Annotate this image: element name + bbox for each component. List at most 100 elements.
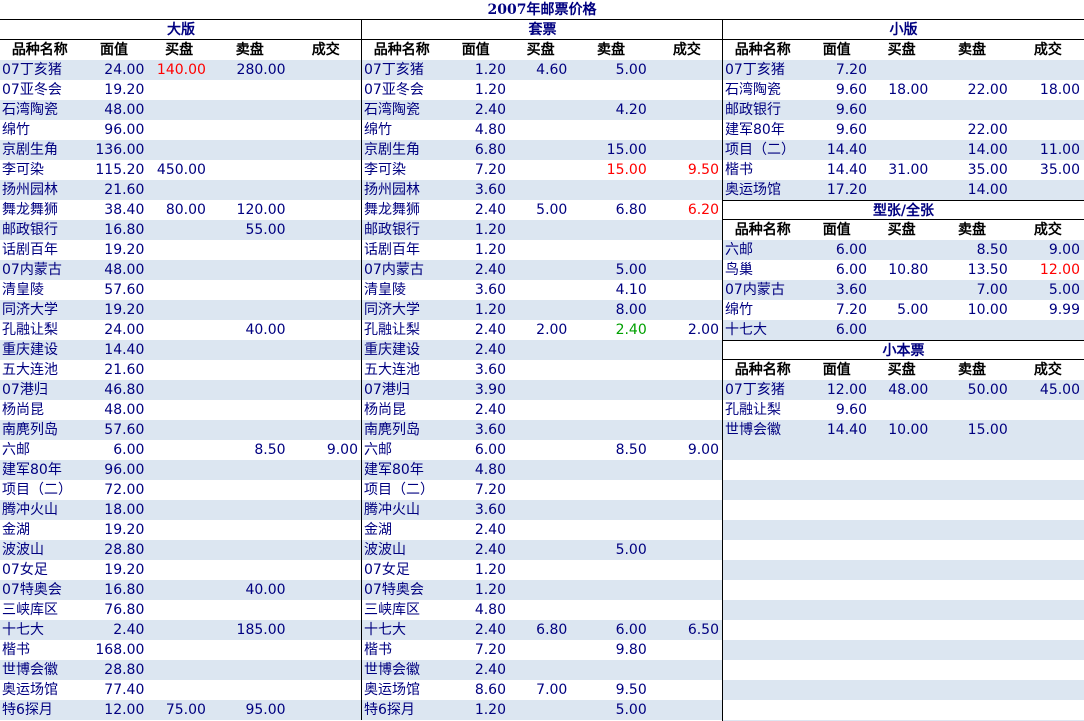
stamp-name-cell: 07女足 xyxy=(362,560,442,580)
price-cell xyxy=(209,520,290,540)
stamp-name-cell: 07女足 xyxy=(0,560,80,580)
stamp-name-cell: 波波山 xyxy=(362,540,442,560)
table-row: 京剧生角 6.80 15.00 xyxy=(362,140,723,160)
stamp-name-cell: 项目（二） xyxy=(362,480,442,500)
price-cell xyxy=(571,380,651,400)
price-cell: 168.00 xyxy=(79,640,149,660)
column-header: 成交 xyxy=(1011,40,1084,60)
price-cell: 2.40 xyxy=(441,660,510,680)
price-cell xyxy=(148,360,210,380)
panel-xiaoban: 小版 品种名称 面值 买盘 卖盘 成交 07丁亥猪 7.20 石湾陶瓷 9.60 18.00 22.… xyxy=(722,20,1084,200)
table-row: 07女足 19.20 xyxy=(0,560,362,580)
price-cell xyxy=(209,300,290,320)
price-cell: 2.40 xyxy=(441,620,510,640)
price-cell xyxy=(289,580,362,600)
price-cell: 22.00 xyxy=(932,120,1012,140)
price-cell: 6.00 xyxy=(802,240,871,260)
price-cell: 1.20 xyxy=(441,560,510,580)
price-cell xyxy=(509,400,572,420)
price-cell xyxy=(148,220,210,240)
price-cell xyxy=(509,160,572,180)
price-cell xyxy=(148,620,210,640)
table-row: 石湾陶瓷 2.40 4.20 xyxy=(362,100,723,120)
table-row: 世博会徽 28.80 xyxy=(0,660,362,680)
price-cell xyxy=(209,100,290,120)
price-cell: 8.60 xyxy=(441,680,510,700)
price-cell xyxy=(289,100,362,120)
table-row: 六邮 6.00 8.50 9.00 xyxy=(0,440,362,460)
price-cell: 136.00 xyxy=(79,140,149,160)
price-cell xyxy=(571,120,651,140)
price-cell: 96.00 xyxy=(79,460,149,480)
stamp-name-cell: 07丁亥猪 xyxy=(362,60,442,80)
price-cell xyxy=(209,240,290,260)
price-cell: 19.20 xyxy=(79,520,149,540)
price-cell: 55.00 xyxy=(209,220,290,240)
price-cell xyxy=(571,220,651,240)
price-cell xyxy=(209,420,290,440)
table-row: 孔融让梨 24.00 40.00 xyxy=(0,320,362,340)
price-cell: 28.80 xyxy=(79,660,149,680)
price-cell xyxy=(209,660,290,680)
column-header: 品种名称 xyxy=(723,220,803,240)
stamp-name-cell: 同济大学 xyxy=(0,300,80,320)
price-cell xyxy=(148,460,210,480)
table-row: 十七大 2.40 185.00 xyxy=(0,620,362,640)
price-cell xyxy=(289,360,362,380)
table-row: 建军80年 4.80 xyxy=(362,460,723,480)
table-row: 十七大 2.40 6.80 6.00 6.50 xyxy=(362,620,723,640)
stamp-name-cell: 杨尚昆 xyxy=(0,400,80,420)
price-cell xyxy=(148,400,210,420)
price-cell: 9.00 xyxy=(650,440,723,460)
price-cell xyxy=(289,260,362,280)
price-cell xyxy=(650,380,723,400)
stamp-name-cell: 话剧百年 xyxy=(362,240,442,260)
panel-xiaobenpiao: 小本票 品种名称 面值 买盘 卖盘 成交 07丁亥猪 12.00 48.00 50.00 45.0… xyxy=(722,340,1084,440)
price-cell xyxy=(509,580,572,600)
column-header: 面值 xyxy=(79,40,149,60)
table-row: 邮政银行 9.60 xyxy=(723,100,1084,120)
price-cell: 4.80 xyxy=(441,600,510,620)
price-cell: 1.20 xyxy=(441,700,510,720)
price-cell: 6.00 xyxy=(571,620,651,640)
price-cell: 10.80 xyxy=(870,260,933,280)
price-cell xyxy=(209,480,290,500)
stamp-name-cell: 腾冲火山 xyxy=(0,500,80,520)
price-cell: 15.00 xyxy=(571,160,651,180)
price-cell xyxy=(1011,420,1084,440)
price-cell: 14.40 xyxy=(79,340,149,360)
stamp-name-cell: 建军80年 xyxy=(362,460,442,480)
table-row: 话剧百年 1.20 xyxy=(362,240,723,260)
price-cell xyxy=(209,640,290,660)
price-cell xyxy=(148,240,210,260)
price-cell xyxy=(289,560,362,580)
price-cell: 140.00 xyxy=(148,60,210,80)
price-cell xyxy=(650,400,723,420)
price-cell xyxy=(509,180,572,200)
price-cell xyxy=(289,620,362,640)
table-row: 邮政银行 1.20 xyxy=(362,220,723,240)
table-row: 舞龙舞狮 38.40 80.00 120.00 xyxy=(0,200,362,220)
price-cell xyxy=(650,60,723,80)
price-cell xyxy=(509,640,572,660)
price-cell xyxy=(650,680,723,700)
price-cell xyxy=(509,280,572,300)
table-row: 楷书 168.00 xyxy=(0,640,362,660)
price-cell: 7.00 xyxy=(509,680,572,700)
price-cell: 24.00 xyxy=(79,320,149,340)
stamp-name-cell: 清皇陵 xyxy=(362,280,442,300)
price-cell xyxy=(289,700,362,720)
price-cell xyxy=(571,460,651,480)
column-header: 品种名称 xyxy=(0,40,80,60)
price-cell: 18.00 xyxy=(1011,80,1084,100)
section-title-xingzhang: 型张/全张 xyxy=(723,200,1084,220)
price-cell: 1.20 xyxy=(441,580,510,600)
price-cell xyxy=(509,240,572,260)
price-cell: 5.00 xyxy=(509,200,572,220)
price-cell xyxy=(870,180,933,200)
table-row: 金湖 2.40 xyxy=(362,520,723,540)
price-cell xyxy=(289,600,362,620)
stamp-name-cell: 杨尚昆 xyxy=(362,400,442,420)
price-cell: 3.60 xyxy=(441,360,510,380)
stamp-name-cell: 扬州园林 xyxy=(0,180,80,200)
